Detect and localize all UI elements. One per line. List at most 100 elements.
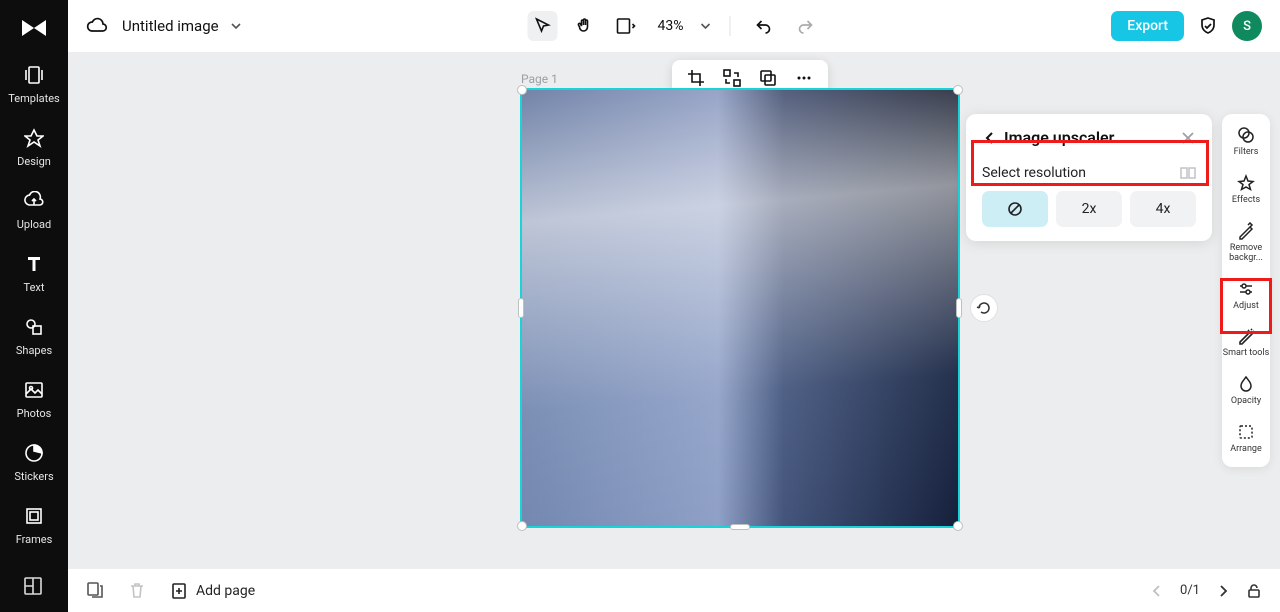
replace-image-icon[interactable] <box>722 68 742 88</box>
filters-icon <box>1237 126 1255 144</box>
rr-smart-tools-label: Smart tools <box>1223 349 1270 359</box>
hand-tool[interactable] <box>570 11 600 41</box>
nav-upload[interactable]: Upload <box>0 190 68 231</box>
next-page-icon[interactable] <box>1216 584 1230 598</box>
rr-arrange[interactable]: Arrange <box>1222 423 1270 455</box>
panel-close-icon[interactable] <box>1180 130 1196 146</box>
resize-handle-bottom[interactable] <box>730 524 750 530</box>
nav-text-label: Text <box>24 281 45 294</box>
selected-image[interactable] <box>520 88 960 528</box>
resolution-options: 2x 4x <box>982 191 1196 227</box>
nav-shapes-label: Shapes <box>16 344 52 357</box>
top-bar: Untitled image 43% Export S <box>68 0 1280 52</box>
right-properties-rail: Filters Effects Remove backgr... Adjust … <box>1222 114 1270 467</box>
nav-stickers[interactable]: Stickers <box>0 442 68 483</box>
nav-frames[interactable]: Frames <box>0 505 68 546</box>
rr-adjust-label: Adjust <box>1233 302 1259 312</box>
text-icon <box>23 253 45 275</box>
rr-remove-bg[interactable]: Remove backgr... <box>1222 222 1270 264</box>
rr-smart-tools[interactable]: Smart tools <box>1222 327 1270 359</box>
canvas-area[interactable]: Page 1 Image upscaler Select resolution … <box>68 52 1280 568</box>
redo-button[interactable] <box>791 11 821 41</box>
rr-opacity-label: Opacity <box>1231 397 1261 407</box>
nav-templates-label: Templates <box>8 92 59 105</box>
nav-templates[interactable]: Templates <box>0 64 68 105</box>
resize-handle-right[interactable] <box>956 298 962 318</box>
canvas-size-dropdown[interactable] <box>612 11 642 41</box>
upload-icon <box>23 190 45 212</box>
zoom-chevron-down-icon[interactable] <box>700 20 712 32</box>
resize-handle-tr[interactable] <box>953 85 963 95</box>
compare-icon[interactable] <box>1180 165 1196 181</box>
rr-filters-label: Filters <box>1234 148 1259 158</box>
toolbar-divider <box>730 16 731 36</box>
select-tool[interactable] <box>528 11 558 41</box>
title-chevron-down-icon[interactable] <box>229 19 243 33</box>
stickers-icon <box>23 442 45 464</box>
add-page-icon <box>170 582 188 600</box>
rr-arrange-label: Arrange <box>1230 445 1262 455</box>
pages-overview-icon[interactable] <box>86 581 106 601</box>
user-avatar[interactable]: S <box>1232 11 1262 41</box>
bottom-bar: Add page 0/1 <box>68 568 1280 612</box>
add-page-button[interactable]: Add page <box>170 582 255 600</box>
nav-photos-label: Photos <box>17 407 52 420</box>
nav-design[interactable]: Design <box>0 127 68 168</box>
panel-back-icon[interactable] <box>982 130 998 146</box>
image-upscaler-panel: Image upscaler Select resolution 2x 4x <box>966 114 1212 241</box>
delete-page-icon[interactable] <box>128 581 148 601</box>
rr-opacity[interactable]: Opacity <box>1222 375 1270 407</box>
prev-page-icon[interactable] <box>1150 584 1164 598</box>
resize-handle-bl[interactable] <box>517 521 527 531</box>
rr-filters[interactable]: Filters <box>1222 126 1270 158</box>
nav-photos[interactable]: Photos <box>0 379 68 420</box>
nav-shapes[interactable]: Shapes <box>0 316 68 357</box>
effects-icon <box>1237 174 1255 192</box>
add-page-label: Add page <box>196 583 255 599</box>
rr-effects[interactable]: Effects <box>1222 174 1270 206</box>
resolution-4x[interactable]: 4x <box>1130 191 1196 227</box>
nav-stickers-label: Stickers <box>14 470 53 483</box>
nav-text[interactable]: Text <box>0 253 68 294</box>
resolution-2x[interactable]: 2x <box>1056 191 1122 227</box>
shapes-icon <box>23 316 45 338</box>
crop-icon[interactable] <box>686 68 706 88</box>
templates-icon <box>23 64 45 86</box>
center-toolbar: 43% <box>528 11 821 41</box>
lock-icon[interactable] <box>1246 583 1262 599</box>
panel-title: Image upscaler <box>1004 128 1114 147</box>
nav-design-label: Design <box>17 155 51 168</box>
nav-upload-label: Upload <box>17 218 51 231</box>
resolution-none[interactable] <box>982 191 1048 227</box>
photos-icon <box>23 379 45 401</box>
resize-handle-left[interactable] <box>518 298 524 318</box>
left-nav-rail: Templates Design Upload Text Shapes Phot… <box>0 0 68 612</box>
rr-remove-bg-label: Remove backgr... <box>1222 244 1270 264</box>
undo-button[interactable] <box>749 11 779 41</box>
smart-tools-icon <box>1237 327 1255 345</box>
cloud-sync-icon[interactable] <box>86 15 108 37</box>
export-button[interactable]: Export <box>1111 11 1184 41</box>
resize-handle-br[interactable] <box>953 521 963 531</box>
arrange-icon <box>1237 423 1255 441</box>
page-label: Page 1 <box>521 72 558 86</box>
frames-icon <box>23 505 45 527</box>
page-counter: 0/1 <box>1180 583 1200 598</box>
shield-icon[interactable] <box>1198 16 1218 36</box>
rr-effects-label: Effects <box>1232 196 1260 206</box>
app-logo[interactable] <box>14 10 54 46</box>
adjust-icon <box>1237 280 1255 298</box>
zoom-level[interactable]: 43% <box>658 18 684 34</box>
document-title[interactable]: Untitled image <box>122 17 219 35</box>
rotate-handle[interactable] <box>970 294 998 322</box>
more-options-icon[interactable] <box>794 68 814 88</box>
select-resolution-label: Select resolution <box>982 165 1086 181</box>
panel-layout-icon[interactable] <box>23 576 45 598</box>
opacity-icon <box>1237 375 1255 393</box>
duplicate-icon[interactable] <box>758 68 778 88</box>
top-right-actions: Export S <box>1111 11 1262 41</box>
design-icon <box>23 127 45 149</box>
remove-bg-icon <box>1237 222 1255 240</box>
rr-adjust[interactable]: Adjust <box>1222 280 1270 312</box>
resize-handle-tl[interactable] <box>517 85 527 95</box>
